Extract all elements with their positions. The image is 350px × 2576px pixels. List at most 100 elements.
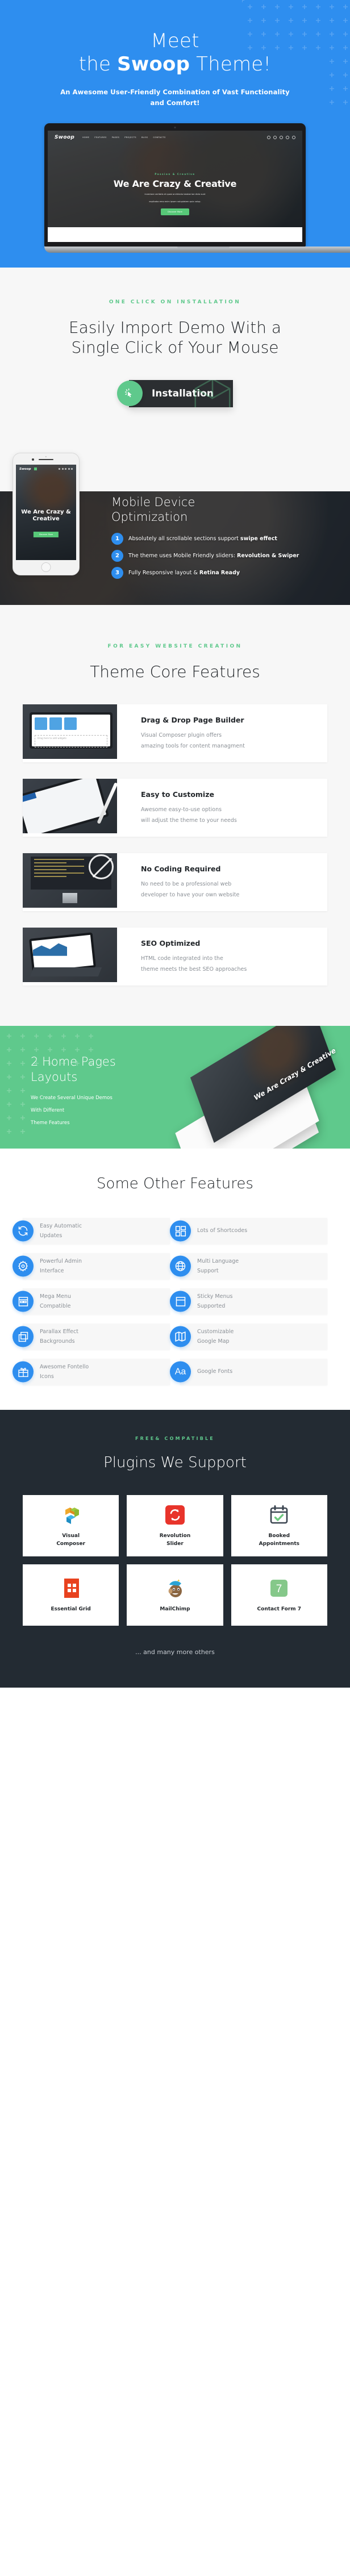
feature-chip-label: Multi Language Support: [197, 1256, 239, 1276]
label-line1: Parallax Effect: [40, 1328, 78, 1335]
plugin-card[interactable]: Essential Grid: [23, 1564, 119, 1626]
plugins-section: FREE& COMPATIBLE Plugins We Support Visu…: [0, 1410, 350, 1688]
mockup-eyebrow: Passion & Creative: [155, 172, 195, 176]
plugin-card[interactable]: Booked Appointments: [231, 1494, 327, 1556]
list-item: 3 Fully Responsive layout & Retina Ready: [111, 566, 341, 579]
installation-section: ONE CLICK ON INSTALLATION Easily Import …: [0, 267, 350, 441]
label-line1: Powerful Admin: [40, 1258, 82, 1264]
other-features-title: Some Other Features: [97, 1175, 253, 1192]
plugin-name-line1: MailChimp: [160, 1606, 190, 1612]
feature-title: No Coding Required: [141, 864, 221, 873]
laptop-base: [44, 246, 350, 253]
feature-desc-line1: Visual Composer plugin offers: [141, 732, 222, 738]
mailchimp-logo: [163, 1576, 187, 1600]
phone-speaker-icon: [39, 458, 53, 461]
label-line1: Customizable: [197, 1328, 234, 1335]
installation-title-line2: Single Click of Your Mouse: [71, 337, 279, 357]
mockup-menu-item: CONTACTS: [153, 136, 166, 139]
booked-calendar-logo: [267, 1503, 291, 1527]
list-item-text-bold: Revolution & Swiper: [237, 552, 299, 559]
widget-tile-icon: [64, 717, 77, 730]
mockup-cta-button: Discover More: [161, 208, 189, 215]
label-line1: Easy Automatic: [40, 1222, 82, 1229]
phone-navbar: Swoop: [19, 467, 73, 471]
home-layouts-title: 2 Home Pages Layouts: [31, 1054, 116, 1085]
core-features-section: FOR EASY WEBSITE CREATION Theme Core Fea…: [0, 611, 350, 1026]
essential-grid-logo: [59, 1576, 83, 1600]
home-pages-layouts-section: We Are Crazy & Creative 2 Home Pages Lay…: [0, 1025, 350, 1149]
feature-chip-label: Parallax Effect Backgrounds: [40, 1327, 78, 1347]
list-item-text-plain: Absolutely all scrollable sections suppo…: [128, 535, 240, 542]
mobile-optimization-section: Swoop We Are Crazy & Creative Discover M…: [0, 441, 350, 612]
feature-image-no-coding: [23, 853, 117, 908]
mockup-paragraph-line2: explicabo emo enim ipsam voluptatem quia…: [149, 200, 201, 203]
home-layouts-mockup: We Are Crazy & Creative: [175, 1025, 350, 1149]
feature-image-drag-drop: Drag here to add widgets: [23, 704, 117, 759]
feature-chip[interactable]: Powerful Admin Interface: [13, 1253, 170, 1280]
label-line1: Multi Language: [197, 1258, 239, 1264]
widget-tile-icon: [49, 717, 62, 730]
twitter-icon: [286, 135, 289, 139]
drop-zone: Drag here to add widgets: [35, 734, 107, 748]
mockup-menu-item: FEATURES: [94, 136, 107, 139]
list-number-badge: 3: [111, 566, 123, 579]
instagram-icon: [280, 135, 283, 139]
plugins-eyebrow: FREE& COMPATIBLE: [135, 1436, 215, 1442]
list-item-text-bold: Retina Ready: [199, 569, 240, 576]
feature-title: SEO Optimized: [141, 938, 201, 947]
core-feature-list: Drag here to add widgets Drag & Drop Pag…: [0, 704, 350, 986]
mobile-title: Mobile Device Optimization: [111, 495, 341, 525]
phone-home-button: [41, 562, 51, 572]
feature-chip-label: Powerful Admin Interface: [40, 1256, 82, 1276]
revolution-slider-logo: [163, 1503, 187, 1527]
facebook-icon: [61, 468, 64, 470]
feature-desc: No need to be a professional web develope…: [141, 879, 239, 901]
plugin-name-line1: Essential Grid: [51, 1606, 91, 1612]
label-line1: Sticky Menus: [197, 1293, 233, 1300]
home-layouts-desc-line3: Theme Features: [31, 1120, 70, 1126]
hero-title: Meet the Swoop Theme!: [0, 30, 350, 77]
feature-chip[interactable]: Easy Automatic Updates: [13, 1218, 170, 1245]
feature-image-seo: [23, 927, 117, 982]
feature-desc-line2: developer to have your own website: [141, 892, 240, 899]
feature-chip[interactable]: Mega Menu Compatible: [13, 1288, 170, 1315]
mockup-social-icons: [267, 135, 295, 139]
feature-chip[interactable]: Sticky Menus Supported: [170, 1288, 327, 1315]
feature-chip[interactable]: Awesome Fontello Icons: [13, 1359, 170, 1385]
search-icon: [59, 468, 60, 470]
phone-social-icons: [59, 468, 73, 470]
cube-watermark-icon: [194, 379, 231, 407]
core-title: Theme Core Features: [90, 662, 260, 681]
label-line2: Interface: [40, 1268, 64, 1275]
mobile-title-line1: Mobile Device: [111, 495, 195, 509]
installation-title: Easily Import Demo With a Single Click o…: [0, 318, 350, 357]
feature-chip-label: Easy Automatic Updates: [40, 1221, 82, 1241]
plugin-card[interactable]: Visual Composer: [23, 1494, 119, 1556]
home-layouts-text: 2 Home Pages Layouts We Create Several U…: [31, 1054, 116, 1130]
feature-chip[interactable]: Parallax Effect Backgrounds: [13, 1324, 170, 1350]
plugin-name-line1: Revolution: [159, 1533, 191, 1539]
feature-chip[interactable]: Aa Google Fonts: [170, 1359, 327, 1385]
plugin-card[interactable]: 7 Contact Form 7: [231, 1564, 327, 1626]
feature-desc-line2: will adjust the theme to your needs: [141, 817, 237, 824]
plugin-name: Booked Appointments: [259, 1533, 299, 1548]
list-item-text: Fully Responsive layout & Retina Ready: [128, 568, 240, 578]
home-layouts-desc: We Create Several Unique Demos With Diff…: [31, 1092, 116, 1129]
feature-chip[interactable]: Customizable Google Map: [170, 1324, 327, 1350]
feature-card: Easy to Customize Awesome easy-to-use op…: [23, 778, 327, 837]
feature-title: Easy to Customize: [141, 790, 214, 799]
feature-chip[interactable]: Multi Language Support: [170, 1253, 327, 1280]
facebook-icon: [273, 135, 277, 139]
mockup-menu-item: PROJECTS: [124, 136, 137, 139]
list-item-text: The theme uses Mobile Friendly sliders: …: [128, 551, 299, 561]
plugin-name-line1: Contact Form 7: [257, 1606, 302, 1612]
hero-title-line1: Meet: [151, 30, 199, 52]
plugin-card[interactable]: Revolution Slider: [127, 1494, 223, 1556]
hero-title-line2-pre: the: [78, 53, 118, 76]
plugin-name: Essential Grid: [51, 1606, 90, 1614]
plugin-name-line1: Booked: [268, 1533, 290, 1539]
feature-chip[interactable]: Lots of Shortcodes: [170, 1218, 327, 1245]
installation-button[interactable]: Installation: [116, 379, 233, 407]
feature-desc-line2: theme meets the best SEO approaches: [141, 966, 247, 973]
plugin-card[interactable]: MailChimp: [127, 1564, 223, 1626]
